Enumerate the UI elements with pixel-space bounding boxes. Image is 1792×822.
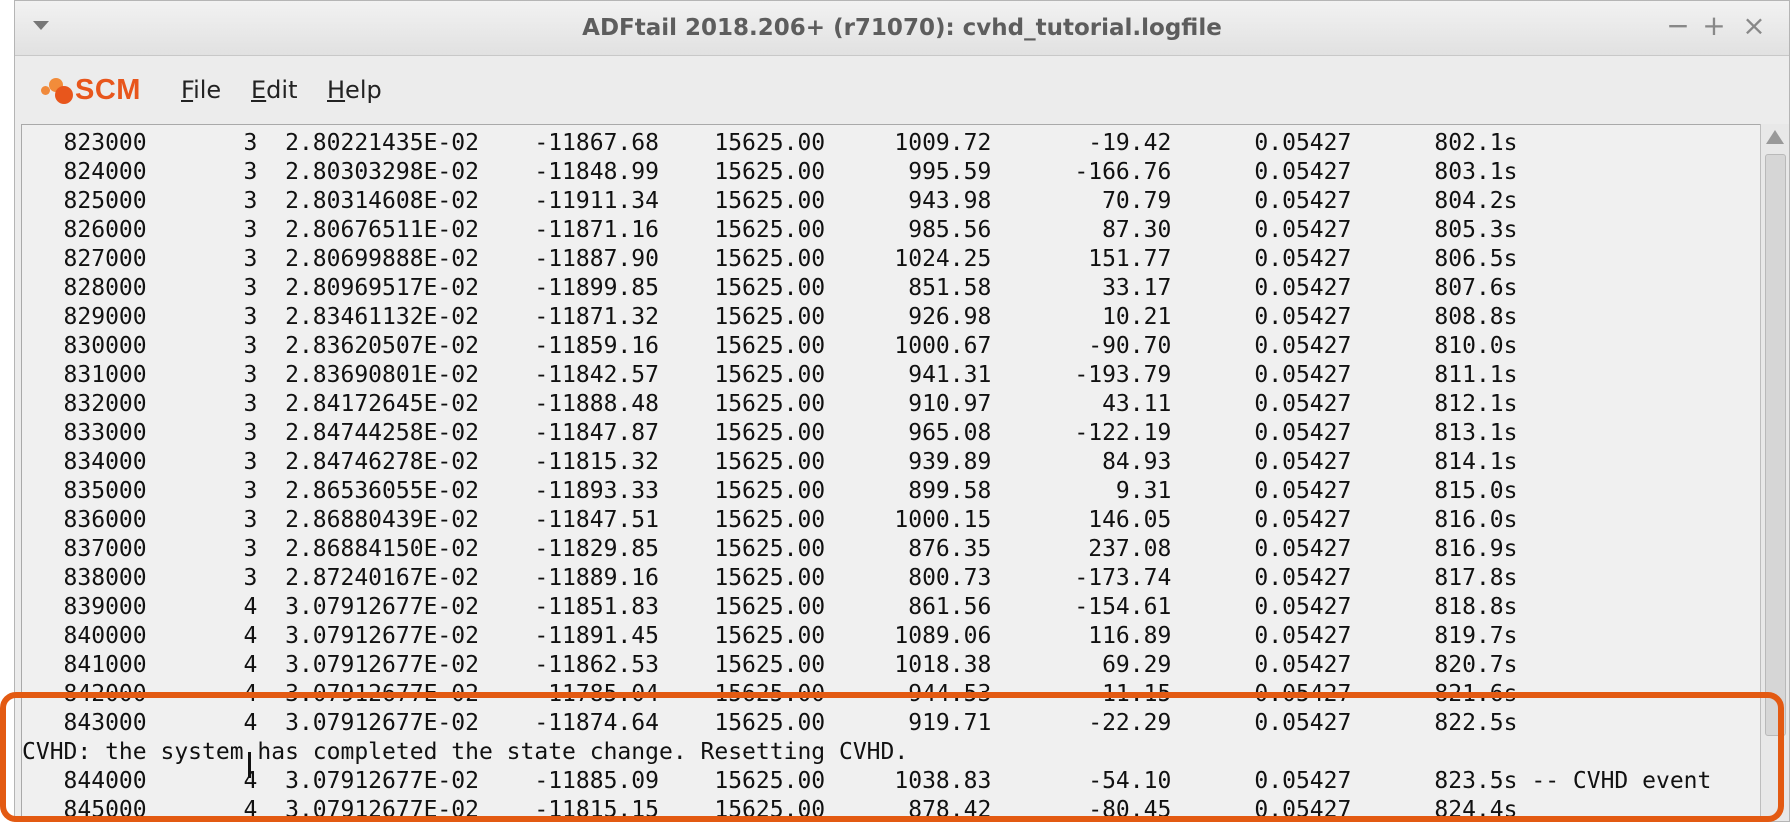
menu-file[interactable]: File — [181, 76, 221, 104]
menu-help[interactable]: Help — [327, 76, 382, 104]
log-line: 830000 3 2.83620507E-02 -11859.16 15625.… — [22, 333, 1518, 359]
log-line: 835000 3 2.86536055E-02 -11893.33 15625.… — [22, 478, 1518, 504]
menu-help-label: Help — [327, 76, 382, 104]
title-bar[interactable]: ADFtail 2018.206+ (r71070): cvhd_tutoria… — [15, 1, 1789, 56]
scroll-thumb[interactable] — [1765, 154, 1786, 736]
log-line: 837000 3 2.86884150E-02 -11829.85 15625.… — [22, 536, 1518, 562]
log-line: 826000 3 2.80676511E-02 -11871.16 15625.… — [22, 217, 1518, 243]
logo-text: SCM — [75, 74, 141, 106]
log-line: 825000 3 2.80314608E-02 -11911.34 15625.… — [22, 188, 1518, 214]
log-line: 828000 3 2.80969517E-02 -11899.85 15625.… — [22, 275, 1518, 301]
log-line: 827000 3 2.80699888E-02 -11887.90 15625.… — [22, 246, 1518, 272]
log-line: 841000 4 3.07912677E-02 -11862.53 15625.… — [22, 652, 1518, 678]
window-title: ADFtail 2018.206+ (r71070): cvhd_tutoria… — [582, 15, 1222, 41]
log-line: 840000 4 3.07912677E-02 -11891.45 15625.… — [22, 623, 1518, 649]
log-line: 829000 3 2.83461132E-02 -11871.32 15625.… — [22, 304, 1518, 330]
log-line: 832000 3 2.84172645E-02 -11888.48 15625.… — [22, 391, 1518, 417]
menu-edit-label: Edit — [251, 76, 298, 104]
scroll-up-arrow-icon[interactable] — [1766, 130, 1784, 144]
log-line: 839000 4 3.07912677E-02 -11851.83 15625.… — [22, 594, 1518, 620]
scm-logo: SCM — [37, 74, 167, 108]
log-line: 836000 3 2.86880439E-02 -11847.51 15625.… — [22, 507, 1518, 533]
menu-bar: SCM File Edit Help — [15, 56, 1789, 122]
log-line: 834000 3 2.84746278E-02 -11815.32 15625.… — [22, 449, 1518, 475]
minimize-button[interactable]: − — [1663, 11, 1693, 41]
log-line: 823000 3 2.80221435E-02 -11867.68 15625.… — [22, 130, 1518, 156]
log-line: 833000 3 2.84744258E-02 -11847.87 15625.… — [22, 420, 1518, 446]
log-line: 838000 3 2.87240167E-02 -11889.16 15625.… — [22, 565, 1518, 591]
maximize-button[interactable]: + — [1699, 11, 1729, 41]
menu-file-label: File — [181, 76, 222, 104]
logo-dot-icon — [55, 86, 73, 104]
close-button[interactable]: × — [1739, 11, 1769, 41]
log-line: 831000 3 2.83690801E-02 -11842.57 15625.… — [22, 362, 1518, 388]
annotation-highlight-box — [0, 692, 1784, 822]
menu-edit[interactable]: Edit — [251, 76, 297, 104]
log-line: 824000 3 2.80303298E-02 -11848.99 15625.… — [22, 159, 1518, 185]
